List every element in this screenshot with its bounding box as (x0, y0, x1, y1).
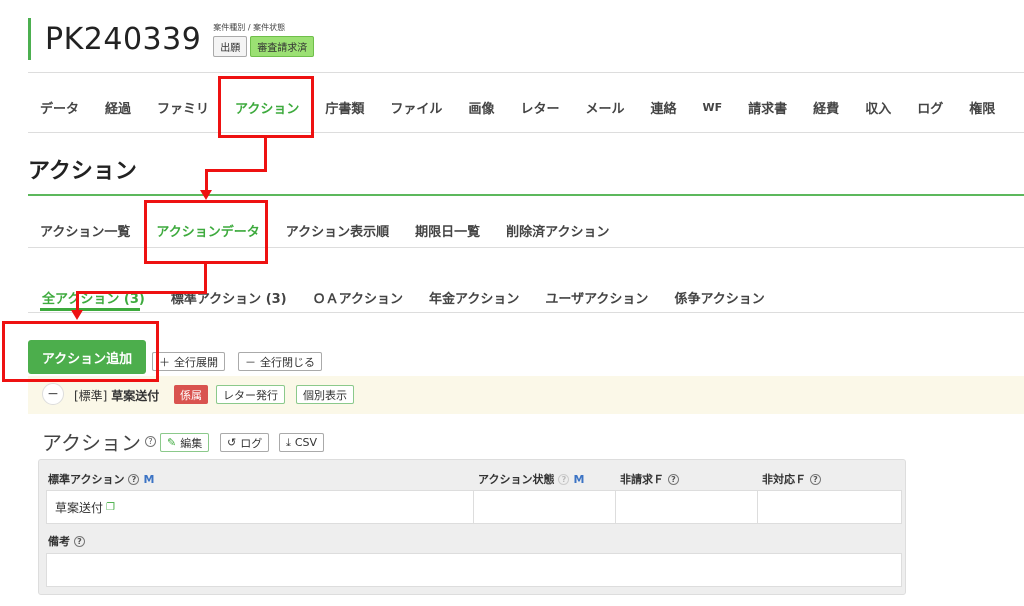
header-non-billing-label: 非請求Ｆ (620, 473, 664, 486)
annotation-line (205, 169, 267, 172)
case-number: PK240339 (45, 21, 202, 57)
annotation-line (76, 291, 207, 294)
case-status-badge: 審査請求済 (250, 35, 315, 57)
tab-office-docs[interactable]: 庁書類 (325, 98, 364, 117)
log-label: ログ (240, 436, 263, 450)
collapse-row-icon[interactable]: − (42, 383, 64, 405)
annotation-line (76, 291, 79, 311)
tab-letters[interactable]: レター (520, 98, 559, 117)
tab-annuity-actions[interactable]: 年金アクション (429, 288, 519, 307)
header-action-status-label: アクション状態 (478, 473, 555, 486)
annotation-line (204, 264, 207, 294)
m-marker: M (573, 472, 585, 486)
help-icon[interactable]: ? (145, 436, 156, 447)
expand-all-button[interactable]: ＋ 全行展開 (152, 352, 225, 371)
help-icon[interactable]: ? (128, 473, 140, 485)
m-marker: M (143, 472, 155, 486)
tab-log[interactable]: ログ (917, 98, 943, 117)
issue-letter-button[interactable]: レター発行 (216, 385, 285, 404)
help-icon[interactable]: ? (74, 535, 85, 547)
help-icon[interactable]: ? (810, 473, 821, 485)
csv-button[interactable]: ⤓ CSV (279, 433, 325, 452)
individual-view-button[interactable]: 個別表示 (296, 385, 354, 404)
panel-title: アクション ? (42, 427, 156, 456)
tab-user-actions[interactable]: ユーザアクション (545, 288, 648, 307)
cell-non-billing (616, 491, 759, 523)
tab-deadline-list[interactable]: 期限日一覧 (415, 221, 480, 240)
help-icon[interactable]: ? (668, 473, 679, 485)
arrow-icon (71, 310, 83, 320)
tab-contact[interactable]: 連絡 (650, 98, 676, 117)
minus-icon: － (245, 355, 256, 369)
window-icon[interactable]: ❐ (106, 502, 115, 513)
tab-dispute-actions[interactable]: 係争アクション (674, 288, 764, 307)
tab-files[interactable]: ファイル (390, 98, 442, 117)
download-icon: ⤓ (286, 435, 291, 449)
annotation-line (264, 138, 267, 172)
tab-invoice[interactable]: 請求書 (748, 98, 787, 117)
table-row: 草案送付 ❐ (46, 490, 902, 524)
expand-all-label: 全行展開 (174, 355, 218, 369)
tab-data[interactable]: データ (40, 98, 79, 117)
main-tabs: データ 経過 ファミリ アクション 庁書類 ファイル 画像 レター メール 連絡… (40, 98, 1021, 117)
header-action-status: アクション状態 ? M (478, 471, 584, 487)
status-badge: 係属 (174, 385, 208, 404)
header-standard-action-label: 標準アクション (48, 473, 125, 486)
remarks-label: 備考 ? (48, 533, 85, 549)
help-icon[interactable]: ? (558, 473, 570, 485)
cell-non-response (758, 491, 901, 523)
case-meta: 案件種別 / 案件状態 出願 審査請求済 (213, 22, 315, 57)
tab-mail[interactable]: メール (585, 98, 624, 117)
tab-oa-actions[interactable]: ＯＡアクション (313, 288, 403, 307)
divider (28, 132, 1024, 133)
case-header: PK240339 案件種別 / 案件状態 出願 審査請求済 (28, 18, 315, 60)
page-title: アクション (28, 159, 137, 184)
active-tab-underline (40, 308, 140, 311)
csv-label: CSV (294, 436, 318, 449)
tab-wf[interactable]: WF (703, 101, 723, 114)
edit-icon: ✎ (167, 436, 177, 449)
tab-permissions[interactable]: 権限 (969, 98, 995, 117)
action-item-title: [標準] 草案送付 (74, 387, 159, 404)
arrow-icon (200, 190, 212, 200)
cell-action-status (474, 491, 616, 523)
tab-action-order[interactable]: アクション表示順 (286, 221, 389, 240)
annotation-line (205, 169, 208, 191)
cell-standard-action-value: 草案送付 (55, 500, 104, 515)
case-meta-label: 案件種別 / 案件状態 (213, 22, 286, 32)
collapse-all-label: 全行閉じる (260, 355, 315, 369)
sub-tabs: アクション一覧 アクションデータ アクション表示順 期限日一覧 削除済アクション (40, 221, 635, 240)
tab-action-list[interactable]: アクション一覧 (40, 221, 130, 240)
highlight-box (2, 321, 159, 382)
case-type-badge: 出願 (213, 35, 248, 57)
header-non-response: 非対応Ｆ ? (762, 471, 821, 487)
title-underline (28, 194, 1024, 196)
header-standard-action: 標準アクション ? M (48, 471, 154, 487)
panel-title-text: アクション (42, 431, 141, 455)
tab-family[interactable]: ファミリ (157, 98, 209, 117)
cell-standard-action: 草案送付 ❐ (47, 491, 474, 523)
log-button[interactable]: ↺ ログ (220, 433, 270, 452)
remarks-label-text: 備考 (48, 535, 70, 548)
remarks-field (46, 553, 902, 587)
header-non-billing: 非請求Ｆ ? (620, 471, 679, 487)
tab-expenses[interactable]: 経費 (813, 98, 839, 117)
divider (28, 72, 1024, 73)
divider (28, 312, 1024, 313)
tab-history[interactable]: 経過 (105, 98, 131, 117)
highlight-box (144, 200, 268, 264)
plus-icon: ＋ (159, 355, 170, 369)
tab-images[interactable]: 画像 (468, 98, 494, 117)
edit-label: 編集 (180, 436, 203, 450)
history-icon: ↺ (227, 436, 237, 449)
highlight-box (218, 76, 314, 138)
action-name: 草案送付 (111, 389, 160, 403)
collapse-all-button[interactable]: － 全行閉じる (238, 352, 322, 371)
tab-income[interactable]: 収入 (865, 98, 891, 117)
action-category: [標準] (74, 389, 108, 403)
header-non-response-label: 非対応Ｆ (762, 473, 806, 486)
tab-deleted-actions[interactable]: 削除済アクション (506, 221, 609, 240)
edit-button[interactable]: ✎ 編集 (160, 433, 210, 452)
